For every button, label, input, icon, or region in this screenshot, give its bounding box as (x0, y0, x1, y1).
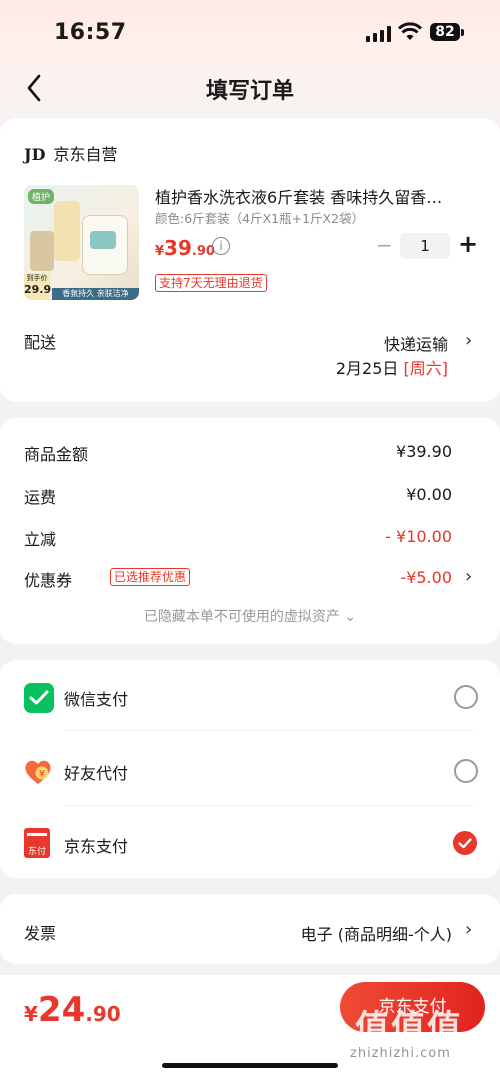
delivery-date-value: 2月25日 (335, 359, 399, 378)
delivery-label: 配送 (24, 333, 57, 352)
delivery-weekday: [周六] (403, 359, 449, 378)
selected-check-icon[interactable] (453, 831, 477, 855)
total-integer: 24 (37, 990, 86, 1030)
delivery-date: 2月25日 [周六] (336, 355, 448, 379)
invoice-chevron-icon[interactable]: › (465, 919, 472, 940)
return-policy-tag: 支持7天无理由退货 (155, 274, 267, 292)
battery-icon: 82 (430, 23, 460, 41)
total-decimal: .90 (85, 1002, 121, 1026)
wechat-pay-radio[interactable] (454, 685, 478, 709)
delivery-chevron-icon[interactable]: › (465, 330, 472, 351)
product-price: ¥39.90 (155, 236, 215, 260)
coupon-label: 优惠券 (24, 571, 73, 590)
divider (64, 805, 474, 806)
invoice-value[interactable]: 电子 (商品明细-个人) (301, 921, 452, 945)
coupon-chevron-icon[interactable]: › (465, 566, 472, 587)
product-name[interactable]: 植护香水洗衣液6斤套装 香味持久留香… (155, 184, 475, 208)
status-time: 16:57 (54, 20, 127, 45)
wifi-icon (398, 22, 422, 40)
summary-row-label: 商品金额 (24, 445, 89, 464)
coupon-value[interactable]: -¥5.00 (400, 568, 452, 587)
price-integer: 39 (164, 236, 192, 260)
summary-row-value: - ¥10.00 (385, 527, 452, 546)
invoice-label: 发票 (24, 924, 57, 943)
jd-logo: JD (24, 145, 46, 164)
quantity-plus-button[interactable]: + (458, 230, 478, 258)
watermark-logo: 值值值 (355, 1008, 463, 1048)
thumb-banner: 香氛持久 亲肤洁净 (52, 288, 139, 300)
summary-row-value: ¥0.00 (406, 485, 452, 504)
cellular-signal-icon (366, 26, 392, 42)
jd-pay-icon: 东付 (24, 828, 50, 858)
home-indicator (162, 1063, 338, 1068)
delivery-method[interactable]: 快递运输 (384, 331, 448, 355)
svg-text:¥: ¥ (39, 770, 45, 780)
friend-pay-radio[interactable] (454, 759, 478, 783)
watermark-url: zhizhizhi.com (350, 1046, 451, 1061)
wechat-pay-icon (24, 683, 54, 713)
product-spec[interactable]: 颜色:6斤套装（4斤X1瓶+1斤X2袋） (155, 208, 364, 227)
order-total: ¥24.90 (24, 990, 121, 1030)
summary-row-label: 运费 (24, 488, 57, 507)
thumb-price-box: 到手价 29.9 (24, 273, 52, 300)
summary-row-value: ¥39.90 (396, 442, 452, 461)
quantity-minus-button[interactable]: − (376, 233, 393, 257)
jd-pay-icon-text: 东付 (27, 847, 46, 857)
seller-name: JD 京东自营 (24, 141, 117, 165)
divider (64, 730, 474, 731)
battery-tip (461, 29, 464, 36)
page-title: 填写订单 (205, 79, 294, 104)
payment-option-label[interactable]: 好友代付 (64, 760, 128, 784)
price-info-icon[interactable]: i (212, 237, 230, 255)
payment-option-label[interactable]: 京东支付 (64, 833, 128, 857)
payment-option-label[interactable]: 微信支付 (64, 686, 128, 710)
price-currency: ¥ (155, 244, 165, 259)
seller-label: 京东自营 (53, 145, 118, 164)
total-currency: ¥ (24, 1002, 38, 1026)
product-thumbnail[interactable]: 植护 到手价 29.9 香氛持久 亲肤洁净 (24, 185, 139, 300)
thumb-price-label: 到手价 (26, 274, 48, 282)
hidden-assets-toggle[interactable]: 已隐藏本单不可使用的虚拟资产 ⌄ (0, 606, 500, 626)
friend-pay-icon: ¥ (25, 760, 51, 784)
thumb-price: 29.9 (24, 283, 52, 296)
quantity-input[interactable]: 1 (400, 233, 450, 259)
coupon-badge[interactable]: 已选推荐优惠 (110, 568, 191, 586)
summary-row-label: 立减 (24, 530, 57, 549)
brand-badge: 植护 (28, 189, 55, 204)
